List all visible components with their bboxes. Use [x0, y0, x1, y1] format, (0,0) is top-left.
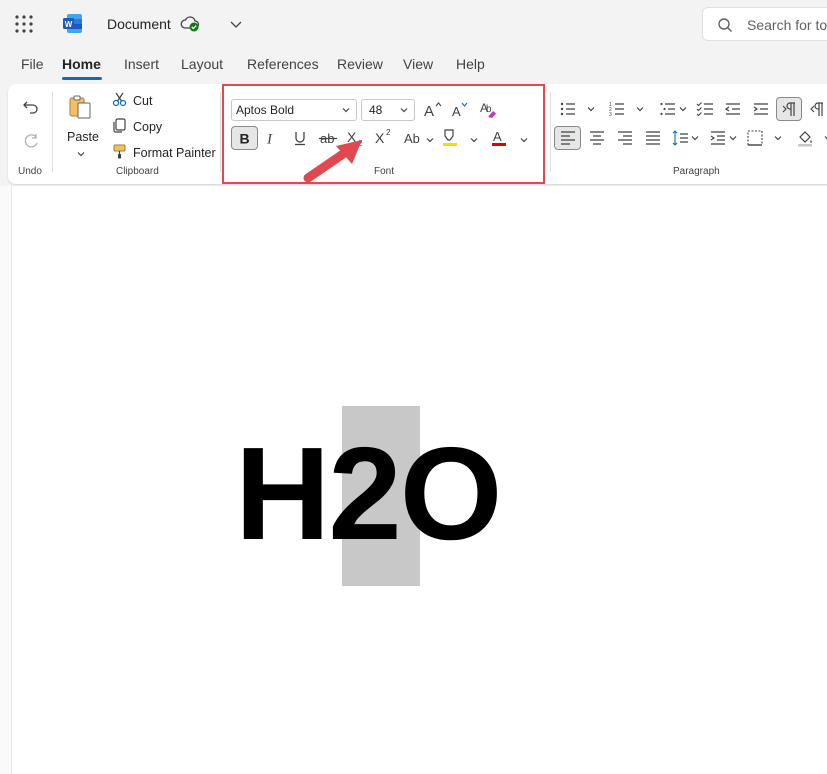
- document-page[interactable]: H2O: [11, 186, 827, 774]
- chevron-down-icon[interactable]: [772, 132, 784, 144]
- selected-text: 2: [328, 420, 401, 567]
- document-title[interactable]: Document: [107, 16, 171, 32]
- pilcrow-icon: [782, 102, 795, 116]
- word-logo-icon[interactable]: W: [62, 13, 83, 34]
- paste-button[interactable]: Paste: [67, 130, 99, 144]
- clipboard-group-label: Clipboard: [116, 166, 159, 177]
- undo-group-label: Undo: [18, 166, 42, 177]
- chevron-down-icon[interactable]: [727, 132, 739, 144]
- paragraph-spacing-icon[interactable]: [709, 129, 727, 147]
- chevron-down-icon[interactable]: [822, 132, 827, 144]
- paste-icon[interactable]: [68, 94, 92, 120]
- borders-icon[interactable]: [746, 129, 764, 147]
- align-center-icon[interactable]: [588, 129, 606, 147]
- justify-icon[interactable]: [644, 129, 662, 147]
- tab-review[interactable]: Review: [337, 56, 383, 72]
- paragraph-group-label: Paragraph: [673, 166, 720, 177]
- chevron-down-icon[interactable]: [585, 103, 597, 115]
- search-icon: [718, 18, 732, 32]
- svg-text:3: 3: [609, 112, 612, 118]
- ribbon-tabs: File Home Insert Layout References Revie…: [0, 48, 827, 82]
- align-left-icon: [561, 131, 575, 145]
- app-launcher-icon[interactable]: [14, 14, 34, 34]
- decrease-indent-icon[interactable]: [724, 100, 742, 118]
- search-placeholder: Search for tools: [747, 17, 827, 33]
- chevron-down-icon[interactable]: [75, 148, 87, 160]
- checklist-icon[interactable]: [696, 100, 714, 118]
- svg-text:W: W: [65, 20, 73, 29]
- multilevel-list-icon[interactable]: [659, 100, 677, 118]
- tab-home[interactable]: Home: [62, 56, 101, 72]
- numbering-icon[interactable]: 123: [608, 100, 626, 118]
- title-bar: W Document Search for tools: [0, 0, 827, 48]
- chevron-down-icon[interactable]: [677, 103, 689, 115]
- cut-icon[interactable]: [112, 92, 127, 107]
- annotation-arrow-icon: [303, 140, 362, 183]
- tab-help[interactable]: Help: [456, 56, 485, 72]
- shading-icon[interactable]: [796, 129, 814, 147]
- chevron-down-icon[interactable]: [228, 16, 244, 32]
- line-spacing-icon[interactable]: [671, 129, 689, 147]
- chevron-down-icon[interactable]: [634, 103, 646, 115]
- format-painter-icon[interactable]: [112, 144, 127, 159]
- align-right-icon[interactable]: [616, 129, 634, 147]
- undo-icon[interactable]: [22, 98, 40, 116]
- text-o: O: [399, 420, 503, 567]
- search-box[interactable]: Search for tools: [702, 7, 827, 41]
- document-text[interactable]: H2O: [235, 428, 502, 560]
- rtl-pilcrow-icon[interactable]: [808, 100, 826, 118]
- tab-layout[interactable]: Layout: [181, 56, 223, 72]
- cloud-saved-icon[interactable]: [180, 15, 200, 33]
- group-separator: [550, 92, 551, 172]
- text-h: H: [235, 420, 330, 567]
- format-painter-button[interactable]: Format Painter: [133, 146, 216, 160]
- annotation-highlight-box: [222, 84, 545, 184]
- chevron-down-icon[interactable]: [689, 132, 701, 144]
- copy-icon[interactable]: [112, 118, 127, 133]
- increase-indent-icon[interactable]: [752, 100, 770, 118]
- tab-references[interactable]: References: [247, 56, 319, 72]
- copy-button[interactable]: Copy: [133, 120, 162, 134]
- tab-view[interactable]: View: [403, 56, 433, 72]
- tab-file[interactable]: File: [21, 56, 44, 72]
- document-canvas[interactable]: H2O: [0, 186, 827, 774]
- group-separator: [52, 92, 53, 172]
- redo-icon[interactable]: [22, 132, 40, 150]
- bullets-icon[interactable]: [559, 100, 577, 118]
- group-separator: [220, 92, 221, 172]
- active-tab-indicator: [62, 77, 102, 80]
- tab-insert[interactable]: Insert: [124, 56, 159, 72]
- cut-button[interactable]: Cut: [133, 94, 152, 108]
